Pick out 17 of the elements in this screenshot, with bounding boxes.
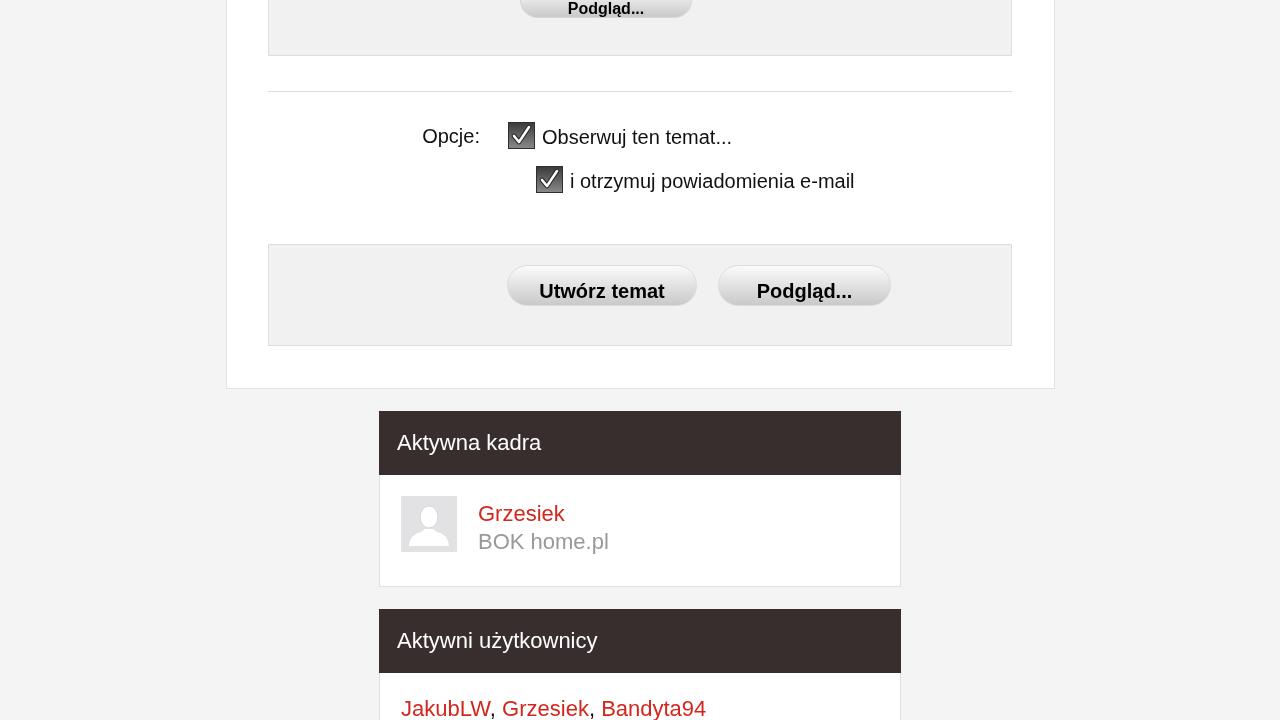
- option-label: i otrzymuj powiadomienia e-mail: [570, 169, 855, 194]
- user-link[interactable]: JakubLW: [401, 696, 490, 720]
- pill-button[interactable]: Utwórz temat: [507, 265, 697, 306]
- user-link[interactable]: Bandyta94: [601, 696, 707, 720]
- avatar-icon: [401, 496, 457, 552]
- pill-button[interactable]: Podgląd...: [718, 265, 891, 306]
- staff-name-link[interactable]: Grzesiek: [478, 500, 565, 528]
- checkbox[interactable]: [508, 121, 535, 149]
- panel-header: Aktywni użytkownicy: [379, 609, 901, 673]
- panel-header: Aktywna kadra: [379, 411, 901, 475]
- option-label: Obserwuj ten temat...: [542, 125, 733, 150]
- user-link[interactable]: Grzesiek: [502, 696, 589, 720]
- staff-role: BOK home.pl: [478, 528, 609, 556]
- active-users-list: JakubLW, Grzesiek, Bandyta94: [401, 695, 900, 720]
- pill-button[interactable]: Podgląd...: [520, 0, 692, 18]
- checkbox[interactable]: [536, 165, 563, 193]
- options-label: Opcje:: [422, 124, 480, 149]
